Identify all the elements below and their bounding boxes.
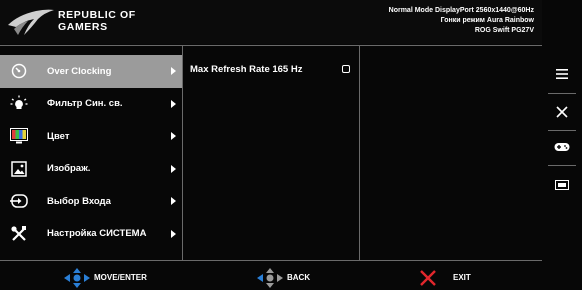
rog-logo-icon bbox=[8, 9, 54, 35]
color-bars-icon bbox=[10, 127, 28, 145]
menu-item-input-select[interactable]: Выбор Входа bbox=[0, 185, 182, 218]
menu-item-system-setup[interactable]: Настройка СИСТЕМА bbox=[0, 218, 182, 251]
osd-panel: REPUBLIC OF GAMERS Normal Mode DisplayPo… bbox=[0, 0, 542, 290]
header: REPUBLIC OF GAMERS Normal Mode DisplayPo… bbox=[0, 0, 542, 44]
chevron-right-icon bbox=[171, 164, 176, 173]
chevron-right-icon bbox=[171, 132, 176, 141]
joystick-icon bbox=[64, 267, 90, 288]
gamepad-icon bbox=[554, 143, 570, 151]
brand-line1: REPUBLIC OF bbox=[58, 9, 136, 21]
column-divider-right bbox=[359, 46, 360, 260]
menu-item-label: Цвет bbox=[47, 130, 70, 142]
gamevisual-button[interactable] bbox=[542, 137, 582, 157]
gameplus-button[interactable] bbox=[542, 175, 582, 195]
gameplus-icon bbox=[555, 180, 569, 190]
chevron-right-icon bbox=[171, 229, 176, 238]
footer-divider bbox=[0, 260, 542, 261]
menu-icon bbox=[556, 69, 568, 79]
menu-item-label: Выбор Входа bbox=[47, 195, 111, 207]
main-menu: Over Clocking Фильтр Син. св. Цвет Изобр… bbox=[0, 55, 182, 250]
chevron-right-icon bbox=[171, 197, 176, 206]
chevron-right-icon bbox=[171, 67, 176, 76]
input-icon bbox=[10, 192, 28, 210]
status-model: ROG Swift PG27V bbox=[474, 27, 534, 34]
hotkey-divider bbox=[548, 130, 576, 131]
column-divider-left bbox=[182, 46, 183, 260]
gauge-icon bbox=[10, 62, 28, 80]
back-label: BACK bbox=[287, 273, 311, 282]
close-button[interactable] bbox=[542, 102, 582, 122]
chevron-right-icon bbox=[171, 99, 176, 108]
menu-button[interactable] bbox=[542, 64, 582, 84]
brand-line2: GAMERS bbox=[58, 21, 108, 33]
exit-label: EXIT bbox=[453, 273, 471, 282]
exit-x-icon bbox=[420, 269, 436, 286]
exit-hint: EXIT bbox=[419, 265, 471, 290]
footer-legend: MOVE/ENTER BACK EXIT bbox=[0, 265, 542, 290]
hotkey-divider bbox=[548, 165, 576, 166]
menu-item-label: Over Clocking bbox=[47, 65, 112, 77]
submenu-option-label: Max Refresh Rate 165 Hz bbox=[190, 64, 303, 75]
max-refresh-rate-checkbox[interactable] bbox=[342, 65, 350, 73]
status-game-aura: Гонки режим Aura Rainbow bbox=[440, 17, 534, 24]
close-icon bbox=[556, 106, 568, 118]
menu-item-image[interactable]: Изображ. bbox=[0, 153, 182, 186]
tools-icon bbox=[10, 225, 28, 243]
back-hint: BACK bbox=[257, 265, 310, 290]
move-enter-label: MOVE/ENTER bbox=[94, 273, 147, 282]
image-icon bbox=[10, 160, 28, 178]
menu-item-label: Настройка СИСТЕМА bbox=[47, 228, 147, 240]
move-enter-hint: MOVE/ENTER bbox=[64, 265, 147, 290]
hotkey-divider bbox=[548, 93, 576, 94]
light-bulb-icon bbox=[10, 95, 28, 113]
hotkey-strip bbox=[542, 0, 582, 290]
status-info: Normal Mode DisplayPort 2560x1440@60Hz Г… bbox=[389, 6, 534, 36]
status-mode-input: Normal Mode DisplayPort 2560x1440@60Hz bbox=[388, 7, 534, 14]
header-divider bbox=[0, 45, 542, 46]
menu-item-label: Фильтр Син. св. bbox=[47, 98, 123, 110]
joystick-left-icon bbox=[257, 267, 283, 288]
menu-item-label: Изображ. bbox=[47, 163, 91, 175]
menu-item-over-clocking[interactable]: Over Clocking bbox=[0, 55, 182, 88]
brand-text: REPUBLIC OF GAMERS bbox=[58, 9, 136, 33]
menu-item-blue-light-filter[interactable]: Фильтр Син. св. bbox=[0, 88, 182, 121]
menu-item-color[interactable]: Цвет bbox=[0, 120, 182, 153]
